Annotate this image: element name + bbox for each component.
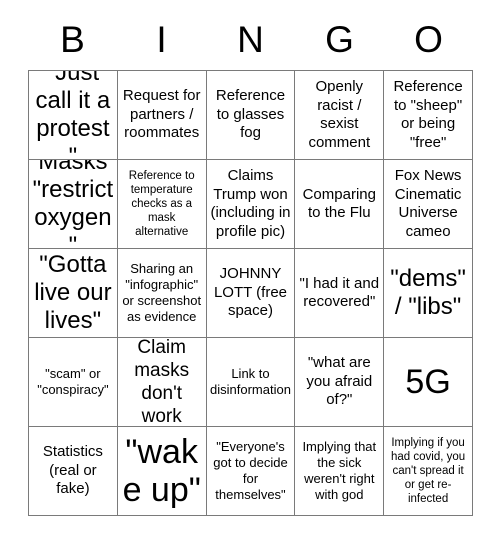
bingo-cell[interactable]: Claim masks don't work bbox=[117, 338, 207, 427]
bingo-cell-free-space[interactable]: JOHNNY LOTT (free space) bbox=[206, 249, 296, 338]
bingo-cell[interactable]: "Everyone's got to decide for themselves… bbox=[206, 427, 296, 516]
bingo-cell-label: Sharing an "infographic" or screenshot a… bbox=[122, 261, 202, 324]
bingo-cell-label: Implying if you had covid, you can't spr… bbox=[391, 437, 466, 505]
bingo-header-letter-g: G bbox=[325, 18, 354, 60]
bingo-cell-label: "what are you afraid of?" bbox=[306, 354, 373, 409]
bingo-cell-label: Comparing to the Flu bbox=[302, 185, 376, 222]
bingo-cell-label: "I had it and recovered" bbox=[299, 274, 380, 311]
bingo-cell-label: 5G bbox=[405, 363, 451, 401]
bingo-cell[interactable]: Claims Trump won (including in profile p… bbox=[206, 160, 296, 249]
bingo-cell[interactable]: Reference to temperature checks as a mas… bbox=[117, 160, 207, 249]
bingo-cell-label: Statistics (real or fake) bbox=[42, 443, 103, 498]
bingo-cell[interactable]: Implying that the sick weren't right wit… bbox=[295, 427, 385, 516]
bingo-cell-label: Reference to "sheep" or being "free" bbox=[393, 78, 463, 151]
bingo-cell-label: Fox News Cinematic Universe cameo bbox=[394, 167, 462, 240]
bingo-cell-label: Masks "restrict oxygen" bbox=[32, 160, 114, 249]
bingo-cell[interactable]: Masks "restrict oxygen" bbox=[29, 160, 118, 249]
bingo-cell-label: "Just call it a protest" bbox=[35, 71, 111, 160]
bingo-cell[interactable]: "what are you afraid of?" bbox=[295, 338, 385, 427]
bingo-card: B I N G O "Just call it a protest" Reque… bbox=[28, 8, 473, 516]
bingo-cell-label: "Gotta live our lives" bbox=[34, 251, 112, 334]
bingo-cell-label: Claim masks don't work bbox=[134, 338, 190, 427]
bingo-header-letter-o: O bbox=[414, 18, 443, 60]
bingo-cell[interactable]: Request for partners / roommates bbox=[117, 71, 207, 160]
bingo-grid: "Just call it a protest" Request for par… bbox=[28, 70, 473, 516]
bingo-cell[interactable]: Implying if you had covid, you can't spr… bbox=[384, 427, 473, 516]
bingo-cell-label: Openly racist / sexist comment bbox=[308, 78, 371, 151]
bingo-cell[interactable]: Reference to "sheep" or being "free" bbox=[384, 71, 473, 160]
bingo-cell[interactable]: "wake up" bbox=[117, 427, 207, 516]
bingo-cell-label: "scam" or "conspiracy" bbox=[37, 366, 109, 397]
bingo-header-letter-b: B bbox=[60, 18, 85, 60]
bingo-header-letter-n: N bbox=[237, 18, 264, 60]
bingo-row: Statistics (real or fake) "wake up" "Eve… bbox=[29, 427, 473, 516]
bingo-row: "Just call it a protest" Request for par… bbox=[29, 71, 473, 160]
bingo-cell-label: Reference to glasses fog bbox=[215, 87, 286, 142]
bingo-row: Masks "restrict oxygen" Reference to tem… bbox=[29, 160, 473, 249]
bingo-cell[interactable]: "Just call it a protest" bbox=[29, 71, 118, 160]
bingo-cell-label: JOHNNY LOTT (free space) bbox=[213, 265, 288, 320]
bingo-cell[interactable]: Link to disinformation bbox=[206, 338, 296, 427]
bingo-cell-label: Request for partners / roommates bbox=[122, 87, 201, 142]
bingo-header: B I N G O bbox=[28, 8, 473, 70]
bingo-cell[interactable]: Comparing to the Flu bbox=[295, 160, 385, 249]
bingo-cell[interactable]: Reference to glasses fog bbox=[206, 71, 296, 160]
bingo-cell-label: "dems" / "libs" bbox=[390, 265, 466, 320]
bingo-cell[interactable]: Openly racist / sexist comment bbox=[295, 71, 385, 160]
bingo-cell[interactable]: Fox News Cinematic Universe cameo bbox=[384, 160, 473, 249]
bingo-cell[interactable]: "Gotta live our lives" bbox=[29, 249, 118, 338]
bingo-cell[interactable]: "I had it and recovered" bbox=[295, 249, 385, 338]
bingo-cell-label: "wake up" bbox=[122, 433, 201, 509]
bingo-cell-label: Link to disinformation bbox=[210, 366, 291, 397]
bingo-cell[interactable]: 5G bbox=[384, 338, 473, 427]
bingo-row: "scam" or "conspiracy" Claim masks don't… bbox=[29, 338, 473, 427]
bingo-cell[interactable]: Statistics (real or fake) bbox=[29, 427, 118, 516]
bingo-cell-label: Reference to temperature checks as a mas… bbox=[128, 170, 195, 238]
bingo-cell[interactable]: "dems" / "libs" bbox=[384, 249, 473, 338]
bingo-cell-label: Claims Trump won (including in profile p… bbox=[210, 167, 291, 240]
bingo-cell-label: "Everyone's got to decide for themselves… bbox=[213, 439, 288, 502]
bingo-header-letter-i: I bbox=[156, 18, 167, 60]
bingo-cell-label: Implying that the sick weren't right wit… bbox=[302, 439, 377, 502]
bingo-cell[interactable]: "scam" or "conspiracy" bbox=[29, 338, 118, 427]
bingo-row: "Gotta live our lives" Sharing an "infog… bbox=[29, 249, 473, 338]
bingo-cell[interactable]: Sharing an "infographic" or screenshot a… bbox=[117, 249, 207, 338]
